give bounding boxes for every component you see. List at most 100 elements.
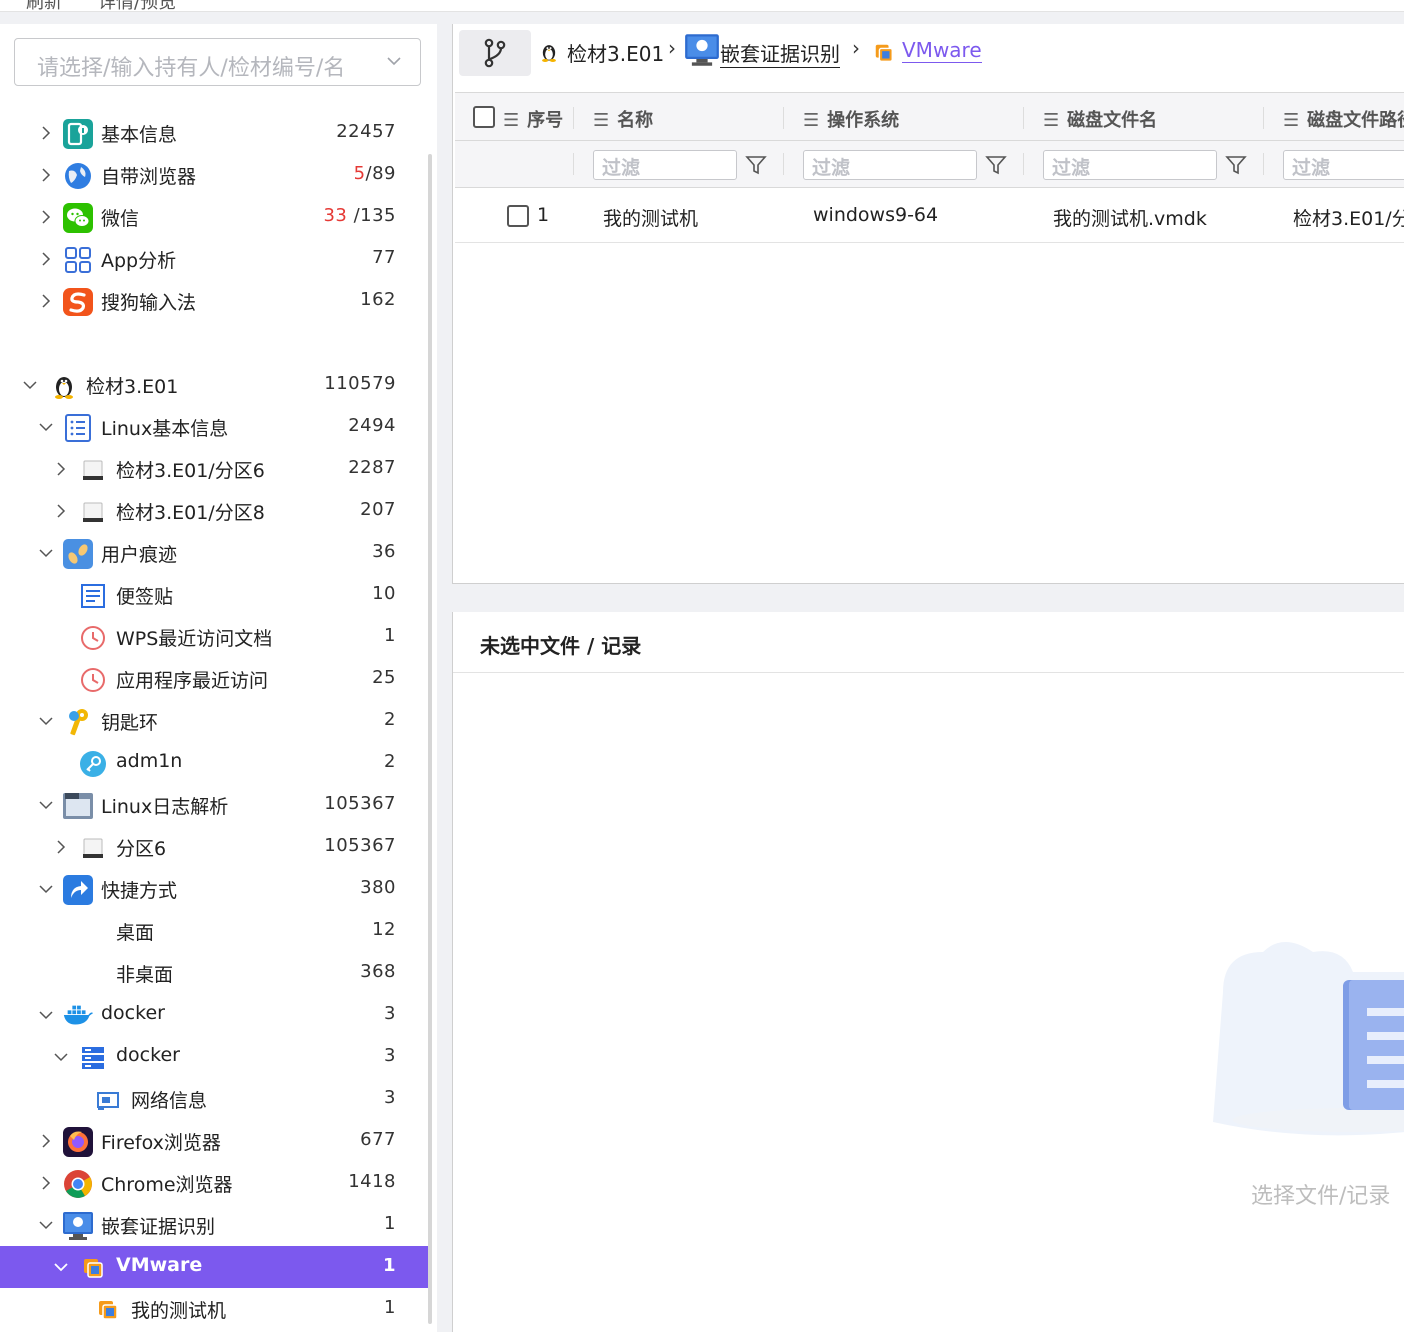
column-header-os[interactable]: ☰ 操作系统 bbox=[803, 106, 899, 132]
docker-icon bbox=[62, 1000, 94, 1032]
breadcrumb-separator: › bbox=[668, 36, 676, 60]
column-divider[interactable] bbox=[1263, 107, 1264, 129]
chevron-down-icon[interactable] bbox=[36, 543, 56, 563]
tree-item-docker[interactable]: docker 3 bbox=[0, 994, 428, 1036]
tree-item-sticky-notes[interactable]: 便签贴 10 bbox=[0, 574, 428, 616]
tree-item-adm1n[interactable]: adm1n 2 bbox=[0, 742, 428, 784]
tree-item-user-traces[interactable]: 用户痕迹 36 bbox=[0, 532, 428, 574]
chevron-down-icon[interactable] bbox=[36, 417, 56, 437]
column-header-name[interactable]: ☰ 名称 bbox=[593, 106, 653, 132]
divider bbox=[0, 11, 1404, 12]
tree-item-my-test-vm[interactable]: 我的测试机 1 bbox=[0, 1288, 428, 1330]
chevron-down-icon[interactable] bbox=[36, 1005, 56, 1025]
tree-item-desktop[interactable]: 桌面 12 bbox=[0, 910, 428, 952]
chevron-down-icon[interactable] bbox=[36, 711, 56, 731]
top-toolbar: 刷新 详情/预览 bbox=[0, 0, 1404, 12]
filter-icon[interactable] bbox=[985, 154, 1007, 176]
tree-item-network-info[interactable]: 网络信息 3 bbox=[0, 1078, 428, 1120]
chevron-right-icon[interactable] bbox=[51, 501, 71, 521]
tree-item-builtin-browser[interactable]: 自带浏览器 5/89 bbox=[0, 154, 428, 196]
chevron-down-icon[interactable] bbox=[20, 375, 40, 395]
recent-clock-icon bbox=[77, 622, 109, 654]
branch-toggle-button[interactable] bbox=[459, 30, 531, 76]
chevron-down-icon[interactable] bbox=[51, 1257, 71, 1277]
breadcrumb-item[interactable]: 嵌套证据识别 bbox=[720, 38, 840, 68]
chevron-right-icon[interactable] bbox=[51, 459, 71, 479]
tree-item-label: 我的测试机 bbox=[131, 1300, 227, 1322]
tree-item-count: 1418 bbox=[348, 1171, 396, 1192]
tree-item-app-recent[interactable]: 应用程序最近访问 25 bbox=[0, 658, 428, 700]
filter-icon[interactable] bbox=[1225, 154, 1247, 176]
chevron-right-icon[interactable] bbox=[36, 165, 56, 185]
log-icon bbox=[62, 790, 94, 822]
tree-item-count: 3 bbox=[384, 1087, 396, 1108]
column-header-index[interactable]: ☰ 序号 bbox=[503, 106, 563, 132]
cell-os: windows9-64 bbox=[813, 204, 939, 226]
filter-icon[interactable] bbox=[745, 154, 767, 176]
column-divider[interactable] bbox=[783, 107, 784, 129]
tree-item-linux-log[interactable]: Linux日志解析 105367 bbox=[0, 784, 428, 826]
select-all-checkbox[interactable] bbox=[473, 106, 495, 128]
tree-item-firefox[interactable]: Firefox浏览器 677 bbox=[0, 1120, 428, 1162]
holder-select[interactable]: 请选择/输入持有人/检材编号/名 bbox=[14, 38, 421, 86]
tree-item-wps-recent[interactable]: WPS最近访问文档 1 bbox=[0, 616, 428, 658]
chrome-icon bbox=[62, 1168, 94, 1200]
empty-state-text: 选择文件/记录 bbox=[1251, 1184, 1391, 1209]
column-header-disk-file[interactable]: ☰ 磁盘文件名 bbox=[1043, 106, 1157, 132]
filter-input-disk-path[interactable]: 过滤 bbox=[1283, 150, 1404, 180]
detail-title: 未选中文件 / 记录 bbox=[480, 634, 642, 658]
filter-input-name[interactable]: 过滤 bbox=[593, 150, 737, 180]
chevron-right-icon[interactable] bbox=[36, 123, 56, 143]
chevron-right-icon[interactable] bbox=[36, 1173, 56, 1193]
chevron-right-icon[interactable] bbox=[36, 207, 56, 227]
row-checkbox[interactable] bbox=[507, 205, 529, 227]
tree-item-vmware[interactable]: VMware 1 bbox=[0, 1246, 428, 1288]
tree-scrollbar[interactable] bbox=[428, 154, 432, 1324]
chevron-down-icon[interactable] bbox=[51, 1047, 71, 1067]
total-count: /135 bbox=[347, 205, 396, 226]
tree-item-count: 2287 bbox=[348, 457, 396, 478]
tree-item-docker-sub[interactable]: docker 3 bbox=[0, 1036, 428, 1078]
tree-item-count: 110579 bbox=[324, 373, 396, 394]
breadcrumb-item[interactable]: 检材3.E01 bbox=[567, 38, 664, 67]
tree-item-wechat[interactable]: 微信 33 /135 bbox=[0, 196, 428, 238]
tree-item-label: 基本信息 bbox=[101, 124, 178, 146]
column-divider[interactable] bbox=[573, 107, 574, 129]
tree-item-count: 2 bbox=[384, 751, 396, 772]
filter-input-os[interactable]: 过滤 bbox=[803, 150, 977, 180]
tree-item-shortcuts[interactable]: 快捷方式 380 bbox=[0, 868, 428, 910]
tree-item-linux-basic[interactable]: Linux基本信息 2494 bbox=[0, 406, 428, 448]
chevron-right-icon[interactable] bbox=[36, 249, 56, 269]
linux-penguin-icon bbox=[539, 40, 559, 68]
tree-item-label: 嵌套证据识别 bbox=[101, 1216, 216, 1238]
table-row[interactable]: 1 我的测试机 windows9-64 我的测试机.vmdk 检材3.E01/分 bbox=[455, 189, 1404, 243]
tree-item-label: 检材3.E01/分区6 bbox=[116, 460, 265, 482]
chevron-down-icon[interactable] bbox=[36, 795, 56, 815]
breadcrumb-current[interactable]: VMware bbox=[902, 38, 982, 63]
tree-item-chrome[interactable]: Chrome浏览器 1418 bbox=[0, 1162, 428, 1204]
column-header-disk-path[interactable]: ☰磁盘文件路径 bbox=[1283, 106, 1404, 132]
tree-item-label: 非桌面 bbox=[116, 964, 174, 986]
chevron-down-icon[interactable] bbox=[36, 1215, 56, 1235]
tree-item-evidence-e01[interactable]: 检材3.E01 110579 bbox=[0, 364, 428, 406]
chevron-down-icon[interactable] bbox=[36, 879, 56, 899]
column-divider[interactable] bbox=[1023, 107, 1024, 129]
tree-item-app-analysis[interactable]: App分析 77 bbox=[0, 238, 428, 280]
tree-item-partition6[interactable]: 检材3.E01/分区6 2287 bbox=[0, 448, 428, 490]
tree-item-log-partition6[interactable]: 分区6 105367 bbox=[0, 826, 428, 868]
tree-item-count: 5/89 bbox=[354, 163, 396, 184]
filter-input-disk-file[interactable]: 过滤 bbox=[1043, 150, 1217, 180]
tree-item-keyring[interactable]: 钥匙环 2 bbox=[0, 700, 428, 742]
tree-item-sogou[interactable]: 搜狗输入法 162 bbox=[0, 280, 428, 322]
holder-select-placeholder: 请选择/输入持有人/检材编号/名 bbox=[37, 56, 346, 81]
tree-item-nested-evidence[interactable]: 嵌套证据识别 1 bbox=[0, 1204, 428, 1246]
tree-item-label: adm1n bbox=[116, 750, 183, 772]
tree-item-count: 1 bbox=[382, 1255, 396, 1276]
tree-item-label: Linux基本信息 bbox=[101, 418, 229, 440]
tree-item-partition8[interactable]: 检材3.E01/分区8 207 bbox=[0, 490, 428, 532]
tree-item-basic-info[interactable]: 基本信息 22457 bbox=[0, 112, 428, 154]
chevron-right-icon[interactable] bbox=[51, 837, 71, 857]
tree-item-non-desktop[interactable]: 非桌面 368 bbox=[0, 952, 428, 994]
chevron-right-icon[interactable] bbox=[36, 291, 56, 311]
chevron-right-icon[interactable] bbox=[36, 1131, 56, 1151]
